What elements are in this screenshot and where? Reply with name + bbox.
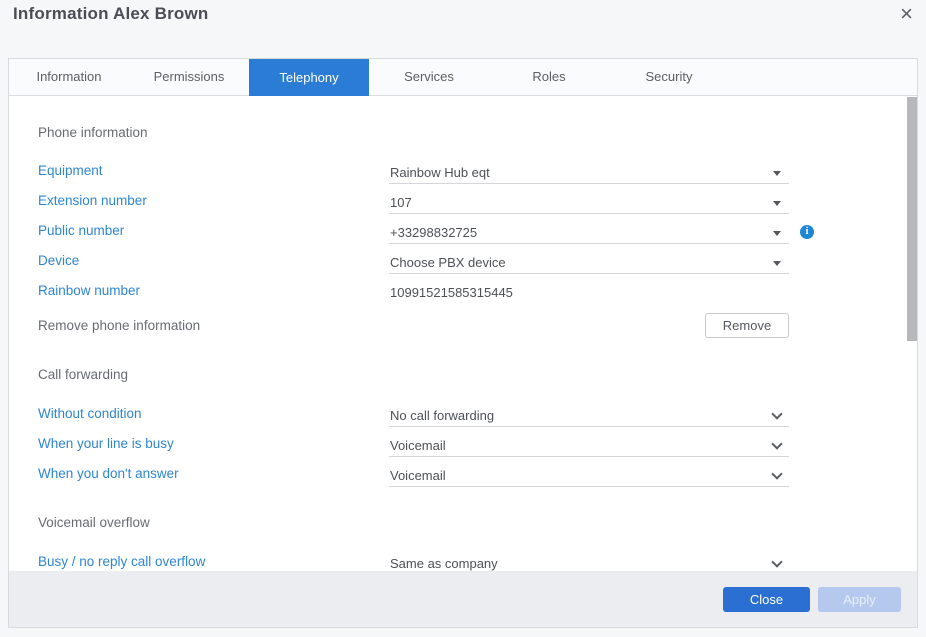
public-number-label: Public number — [38, 223, 124, 238]
overflow-label: Busy / no reply call overflow — [38, 554, 205, 569]
equipment-value: Rainbow Hub eqt — [390, 165, 490, 180]
telephony-panel: Information Permissions Telephony Servic… — [8, 58, 918, 628]
chevron-down-icon — [771, 408, 782, 419]
extension-number-select[interactable]: 107 — [389, 193, 789, 214]
no-answer-select[interactable]: Voicemail — [389, 466, 789, 487]
dropdown-arrow-icon — [773, 171, 781, 176]
info-icon[interactable]: i — [800, 225, 814, 239]
chevron-down-icon — [771, 556, 782, 567]
user-information-modal: { "modal": { "title": "Information Alex … — [0, 0, 926, 637]
device-value: Choose PBX device — [390, 255, 506, 270]
close-button[interactable]: Close — [723, 587, 810, 612]
dropdown-arrow-icon — [773, 231, 781, 236]
rainbow-number-label: Rainbow number — [38, 283, 140, 298]
overflow-value: Same as company — [390, 556, 498, 571]
tab-information[interactable]: Information — [9, 59, 129, 95]
modal-title: Information Alex Brown — [13, 4, 209, 24]
device-label: Device — [38, 253, 79, 268]
tab-roles[interactable]: Roles — [489, 59, 609, 95]
line-busy-value: Voicemail — [390, 438, 446, 453]
chevron-down-icon — [771, 438, 782, 449]
no-answer-label: When you don't answer — [38, 466, 179, 481]
extension-number-label: Extension number — [38, 193, 147, 208]
phone-information-heading: Phone information — [38, 125, 148, 140]
equipment-label: Equipment — [38, 163, 103, 178]
equipment-select[interactable]: Rainbow Hub eqt — [389, 163, 789, 184]
tab-telephony[interactable]: Telephony — [249, 59, 369, 96]
without-condition-label: Without condition — [38, 406, 142, 421]
remove-button[interactable]: Remove — [705, 313, 789, 338]
public-number-value: +33298832725 — [390, 225, 477, 240]
line-busy-select[interactable]: Voicemail — [389, 436, 789, 457]
dropdown-arrow-icon — [773, 201, 781, 206]
close-icon[interactable]: × — [900, 0, 913, 28]
tab-security[interactable]: Security — [609, 59, 729, 95]
voicemail-overflow-heading: Voicemail overflow — [38, 515, 150, 530]
tab-bar: Information Permissions Telephony Servic… — [9, 59, 917, 96]
remove-phone-information-label: Remove phone information — [38, 318, 200, 333]
modal-footer: Close Apply — [9, 571, 917, 627]
dropdown-arrow-icon — [773, 261, 781, 266]
rainbow-number-value: 10991521585315445 — [389, 283, 789, 304]
apply-button[interactable]: Apply — [818, 587, 901, 612]
line-busy-label: When your line is busy — [38, 436, 174, 451]
extension-number-value: 107 — [390, 195, 412, 210]
no-answer-value: Voicemail — [390, 468, 446, 483]
chevron-down-icon — [771, 468, 782, 479]
device-select[interactable]: Choose PBX device — [389, 253, 789, 274]
public-number-select[interactable]: +33298832725 — [389, 223, 789, 244]
scrollbar-thumb[interactable] — [907, 97, 917, 341]
tab-services[interactable]: Services — [369, 59, 489, 95]
without-condition-select[interactable]: No call forwarding — [389, 406, 789, 427]
call-forwarding-heading: Call forwarding — [38, 367, 128, 382]
tab-permissions[interactable]: Permissions — [129, 59, 249, 95]
without-condition-value: No call forwarding — [390, 408, 494, 423]
